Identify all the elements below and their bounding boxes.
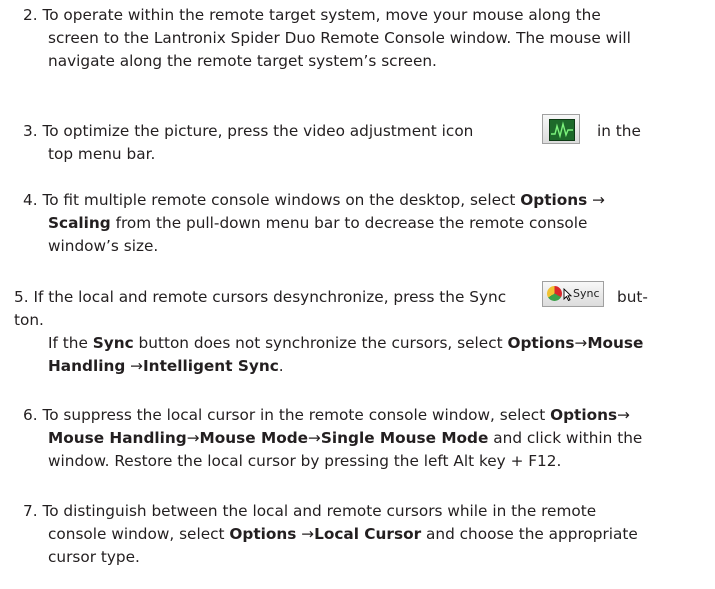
- step-7-line-3: cursor type.: [48, 548, 140, 566]
- video-adjustment-screen-icon: [549, 119, 575, 141]
- text: and choose the appropriate: [421, 525, 638, 543]
- text: button does not synchronize the cursors,…: [133, 334, 508, 352]
- step-2-line-3: navigate along the remote target system’…: [48, 52, 437, 70]
- arrow: →: [587, 191, 605, 209]
- menu-local-cursor: Local Cursor: [314, 525, 422, 543]
- arrow: →: [574, 334, 588, 352]
- menu-mouse-mode: Mouse Mode: [199, 429, 309, 447]
- menu-options: Options: [520, 191, 588, 209]
- step-2-line-2: screen to the Lantronix Spider Duo Remot…: [48, 29, 631, 47]
- step-4-line-2: Scaling from the pull-down menu bar to d…: [48, 212, 587, 235]
- text: If the: [48, 334, 93, 352]
- step-7-line-1: 7. To distinguish between the local and …: [23, 502, 597, 520]
- menu-mouse: Mouse: [587, 334, 644, 352]
- text: 6. To suppress the local cursor in the r…: [23, 406, 551, 424]
- step-3-text-a: 3. To optimize the picture, press the vi…: [23, 122, 474, 140]
- sync-word: Sync: [92, 334, 134, 352]
- text: and click within the: [488, 429, 643, 447]
- step-5-text-b: but-: [617, 288, 648, 306]
- step-4-text-b: from the pull-down menu bar to decrease …: [110, 214, 588, 232]
- sync-swirl-icon: [547, 286, 562, 301]
- arrow: →: [296, 525, 315, 543]
- step-4-text-a: 4. To fit multiple remote console window…: [23, 191, 521, 209]
- step-5-line-3: If the Sync button does not synchronize …: [48, 332, 643, 355]
- step-3-text-b: in the: [597, 122, 641, 140]
- menu-scaling: Scaling: [48, 214, 111, 232]
- text: console window, select: [48, 525, 230, 543]
- menu-options: Options: [507, 334, 575, 352]
- arrow: →: [125, 357, 143, 375]
- step-3-line-1: 3. To optimize the picture, press the vi…: [23, 120, 473, 143]
- menu-options: Options: [550, 406, 618, 424]
- step-2-line-1: 2. To operate within the remote target s…: [23, 6, 601, 24]
- arrow: →: [617, 406, 630, 424]
- step-7-line-2: console window, select Options →Local Cu…: [48, 523, 638, 546]
- step-6-line-3: window. Restore the local cursor by pres…: [48, 452, 562, 470]
- period: .: [278, 357, 284, 375]
- sync-icon-label: Sync: [573, 287, 600, 300]
- step-5-line-1: 5. If the local and remote cursors desyn…: [14, 288, 507, 306]
- menu-options: Options: [229, 525, 297, 543]
- menu-intelligent-sync: Intelligent Sync: [142, 357, 279, 375]
- arrow: →: [186, 429, 200, 447]
- step-3-line-2: top menu bar.: [48, 145, 156, 163]
- menu-mouse-handling: Mouse Handling: [48, 429, 187, 447]
- video-adjustment-icon: [542, 114, 580, 144]
- step-4-line-1: 4. To fit multiple remote console window…: [23, 189, 605, 212]
- waveform-icon: [551, 121, 573, 139]
- arrow: →: [308, 429, 321, 447]
- step-5-line-2: ton.: [14, 311, 44, 329]
- step-4-line-3: window’s size.: [48, 237, 159, 255]
- menu-single-mouse-mode: Single Mouse Mode: [320, 429, 489, 447]
- menu-handling: Handling: [48, 357, 126, 375]
- step-6-line-2: Mouse Handling→Mouse Mode→Single Mouse M…: [48, 427, 642, 450]
- step-5-line-4: Handling →Intelligent Sync.: [48, 355, 284, 378]
- cursor-icon: [563, 288, 572, 301]
- sync-icon: Sync: [542, 281, 604, 307]
- step-6-line-1: 6. To suppress the local cursor in the r…: [23, 404, 630, 427]
